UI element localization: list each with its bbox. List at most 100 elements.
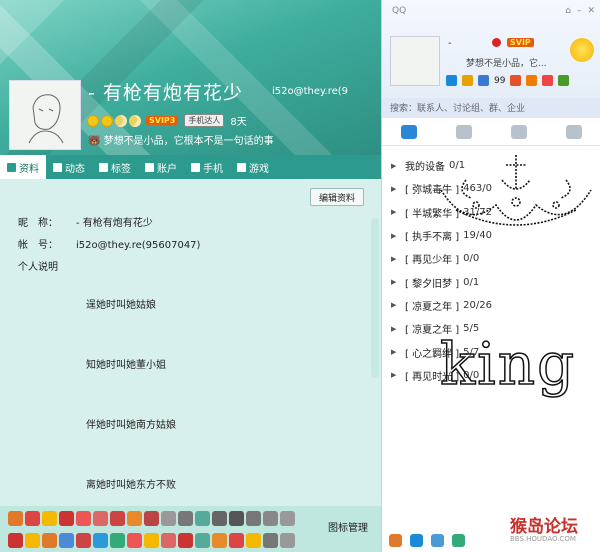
edit-profile-button[interactable]: 编辑资料 — [310, 188, 364, 206]
window-controls: ⌂ – ✕ — [565, 6, 595, 16]
profile-nickname: - 有枪有炮有花少 — [88, 82, 243, 104]
contact-search-input[interactable]: 搜索：联系人、讨论组、群、企业 — [382, 98, 600, 118]
emoji-icon[interactable] — [127, 511, 142, 526]
emoji-icon[interactable] — [42, 533, 57, 548]
emoji-icon[interactable] — [76, 533, 91, 548]
emoji-icon[interactable] — [212, 533, 227, 548]
qq-signature[interactable]: 梦想不是小品，它... — [466, 56, 547, 69]
groups-tab-icon[interactable] — [456, 124, 473, 139]
emoji-icon[interactable] — [178, 511, 193, 526]
signature-text: 梦想不是小品，它根本不是一句话的事 — [103, 136, 274, 147]
tab-games[interactable]: 游戏 — [230, 155, 276, 179]
emoji-icon[interactable] — [110, 533, 125, 548]
description-line: 逞她时叫她姑娘 — [86, 300, 156, 311]
phone-icon — [191, 162, 200, 172]
tab-info[interactable]: 资料 — [0, 155, 46, 179]
group-row[interactable]: ▶ [ 再见少年 ] 0/0 — [382, 247, 600, 270]
moon-level-icon — [115, 114, 127, 127]
emoji-icon[interactable] — [8, 511, 23, 526]
close-icon[interactable]: ✕ — [587, 6, 595, 16]
group-count: 0/0 — [463, 253, 480, 265]
mail-icon[interactable] — [478, 75, 489, 86]
description-line: 知她时叫她董小姐 — [86, 360, 166, 371]
emoji-icon[interactable] — [127, 533, 142, 548]
qzone-icon[interactable] — [446, 75, 457, 86]
emoji-icon[interactable] — [212, 511, 227, 526]
field-value: - 有枪有炮有花少 — [76, 218, 153, 229]
qq-avatar[interactable] — [390, 36, 440, 86]
group-row[interactable]: ▶ [ 凉夏之年 ] 20/26 — [382, 294, 600, 317]
tab-feed[interactable]: 动态 — [46, 155, 92, 179]
emoji-icon[interactable] — [280, 533, 295, 548]
emoji-icon[interactable] — [229, 533, 244, 548]
profile-header: - 有枪有炮有花少 i52o@they.re(9 SVIP3 手机达人 8天 🐻… — [0, 0, 381, 155]
wallet-icon[interactable] — [510, 75, 522, 86]
scrollbar[interactable] — [371, 218, 379, 378]
skin-icon[interactable]: ⌂ — [565, 6, 571, 16]
weather-sun-icon[interactable] — [570, 38, 594, 62]
emoji-icon[interactable] — [76, 511, 91, 526]
qq-tabs — [382, 118, 600, 146]
emoji-icon[interactable] — [161, 533, 176, 548]
emoji-icon[interactable] — [144, 511, 159, 526]
emoji-icon[interactable] — [280, 511, 295, 526]
minimize-icon[interactable]: – — [577, 6, 582, 16]
qq-apps-icon[interactable] — [452, 533, 465, 547]
avatar[interactable] — [9, 80, 81, 150]
emoji-icon[interactable] — [161, 511, 176, 526]
tab-tags[interactable]: 标签 — [92, 155, 138, 179]
caret-right-icon: ▶ — [391, 301, 397, 310]
tab-label: 资料 — [19, 163, 39, 175]
contacts-manager-icon[interactable] — [410, 533, 423, 547]
profile-account: i52o@they.re(9 — [272, 86, 349, 97]
avatar-sketch-icon — [28, 94, 64, 144]
icon-manager-link[interactable]: 图标管理 — [328, 519, 368, 534]
app-center-icon[interactable] — [431, 533, 444, 547]
game-icon[interactable] — [526, 75, 538, 86]
emoji-icon[interactable] — [25, 533, 40, 548]
wallet-icon — [145, 162, 154, 172]
description-line: 离她时叫她东方不败 — [86, 480, 176, 491]
emoji-icon[interactable] — [246, 511, 261, 526]
qq-main-panel: QQ ⌂ – ✕ - SVIP 梦想不是小品，它... 99 搜索：联系人、讨论… — [381, 0, 600, 552]
emoji-icon[interactable] — [25, 511, 40, 526]
qq-toolbar: 99 — [446, 75, 570, 86]
browser-icon[interactable] — [558, 75, 570, 86]
busy-status-icon[interactable] — [492, 38, 501, 47]
emoji-icon[interactable] — [229, 511, 244, 526]
emoji-icon[interactable] — [195, 511, 210, 526]
weibo-icon[interactable] — [462, 75, 473, 86]
tab-mobile[interactable]: 手机 — [184, 155, 230, 179]
gift-icon[interactable] — [542, 75, 554, 86]
emoji-icon[interactable] — [178, 533, 193, 548]
caret-right-icon: ▶ — [391, 184, 397, 193]
description-row: 个人说明 — [18, 258, 76, 273]
watermark-text: 猴岛论坛 — [510, 517, 578, 537]
emoji-icon[interactable] — [59, 511, 74, 526]
chat-tab-icon[interactable] — [510, 124, 527, 139]
emoji-row — [8, 533, 295, 548]
emoji-icon[interactable] — [93, 511, 108, 526]
emoji-icon[interactable] — [59, 533, 74, 548]
profile-window: - 有枪有炮有花少 i52o@they.re(9 SVIP3 手机达人 8天 🐻… — [0, 0, 381, 552]
emoji-icon[interactable] — [246, 533, 261, 548]
contacts-tab-icon[interactable] — [401, 124, 418, 139]
emoji-icon[interactable] — [110, 511, 125, 526]
card-icon — [7, 162, 16, 172]
group-row[interactable]: ▶ [ 黎夕旧梦 ] 0/1 — [382, 270, 600, 293]
list-icon — [53, 162, 62, 172]
menu-icon[interactable] — [389, 533, 402, 547]
emoji-icon[interactable] — [263, 533, 278, 548]
emoji-icon[interactable] — [93, 533, 108, 548]
svip-badge[interactable]: SVIP3 — [146, 116, 179, 125]
emoji-icon[interactable] — [8, 533, 23, 548]
svip-badge[interactable]: SVIP — [507, 38, 534, 47]
emoji-icon[interactable] — [42, 511, 57, 526]
emoji-icon[interactable] — [263, 511, 278, 526]
group-count: 0/1 — [463, 276, 480, 288]
mobile-badge[interactable]: 手机达人 — [184, 114, 225, 127]
tab-account[interactable]: 账户 — [138, 155, 184, 179]
school-tab-icon[interactable] — [565, 124, 582, 139]
emoji-icon[interactable] — [195, 533, 210, 548]
emoji-icon[interactable] — [144, 533, 159, 548]
